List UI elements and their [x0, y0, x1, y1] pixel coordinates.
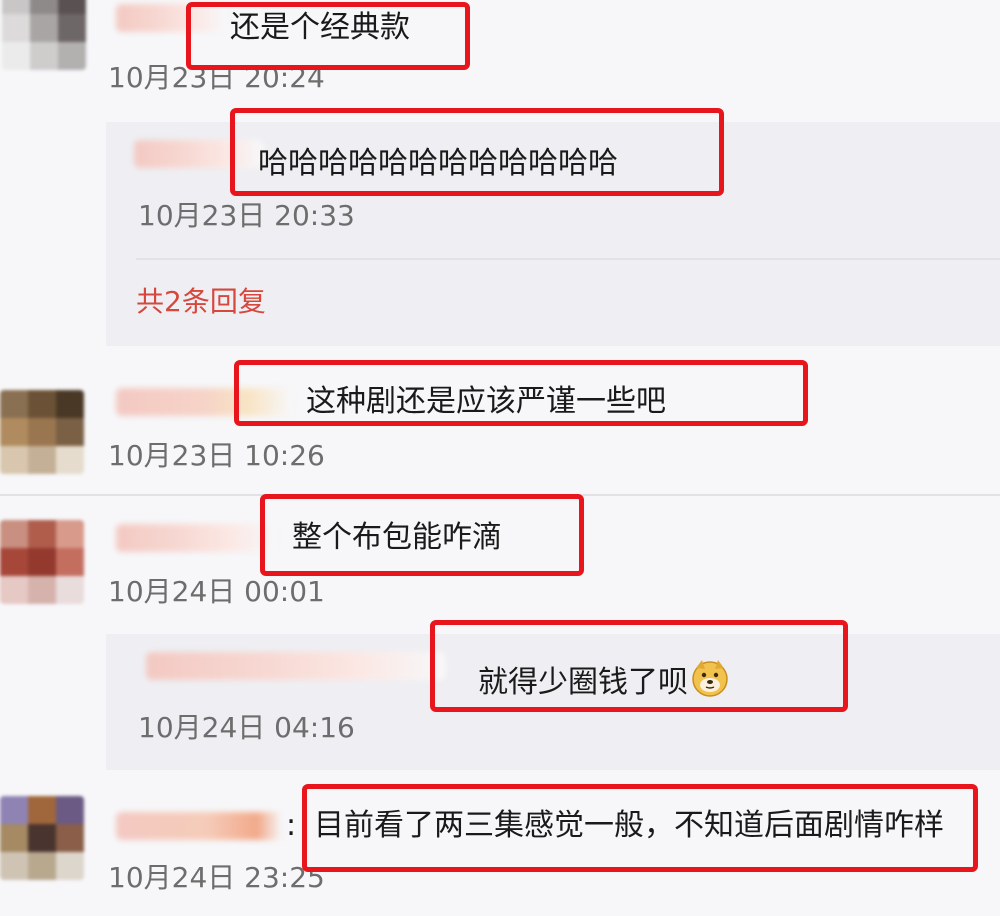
username-blurred[interactable]	[116, 388, 292, 416]
comment-text: 还是个经典款	[230, 10, 410, 45]
reply-text: 哈哈哈哈哈哈哈哈哈哈哈哈	[258, 146, 618, 181]
more-replies-link[interactable]: 共2条回复	[136, 286, 266, 318]
avatar[interactable]	[0, 390, 84, 474]
reply-text-label: 就得少圈钱了呗	[478, 665, 688, 700]
avatar[interactable]	[2, 0, 86, 70]
comment-timestamp: 10月24日 00:01	[108, 575, 325, 608]
reply-timestamp: 10月24日 04:16	[138, 711, 355, 744]
avatar[interactable]	[0, 520, 84, 604]
username-blurred[interactable]	[116, 524, 276, 552]
comment-text: 这种剧还是应该严谨一些吧	[306, 384, 666, 419]
divider	[0, 494, 1000, 496]
avatar[interactable]	[0, 796, 84, 880]
comment-prefix: :	[286, 808, 297, 843]
username-blurred[interactable]	[134, 140, 264, 168]
comment-timestamp: 10月23日 20:24	[108, 61, 325, 94]
divider	[136, 258, 1000, 260]
comment-text: 整个布包能咋滴	[292, 520, 502, 555]
comment-timestamp: 10月23日 10:26	[108, 439, 325, 472]
reply-timestamp: 10月23日 20:33	[138, 199, 355, 232]
username-blurred[interactable]	[116, 812, 282, 840]
reply-text: 就得少圈钱了呗	[478, 658, 730, 701]
username-blurred[interactable]	[116, 4, 226, 32]
comment-timestamp: 10月24日 23:25	[108, 861, 325, 894]
username-blurred[interactable]	[146, 652, 446, 680]
doge-emoji-icon	[690, 658, 730, 698]
comment-text: 目前看了两三集感觉一般，不知道后面剧情咋样	[314, 808, 944, 843]
